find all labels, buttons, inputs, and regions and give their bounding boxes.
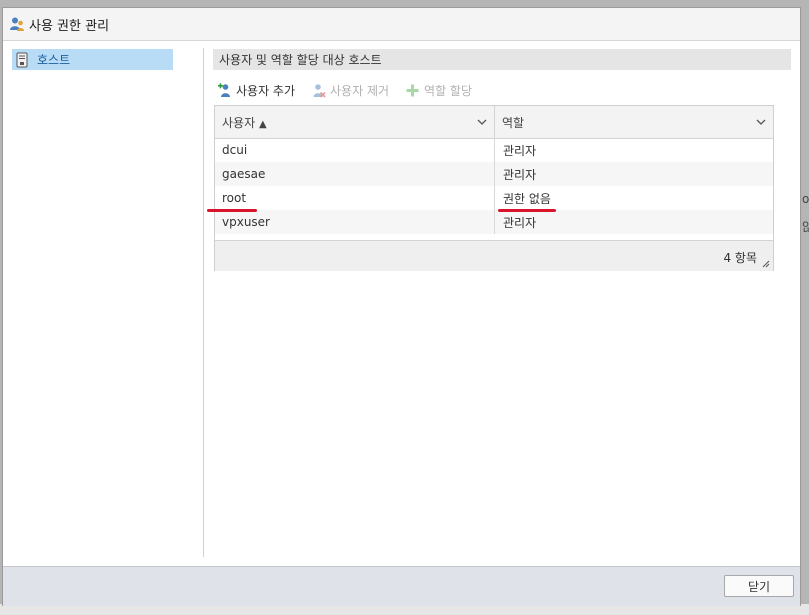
role-cell: 권한 없음 — [503, 191, 551, 206]
remove-user-icon — [313, 83, 326, 98]
grid-header: 사용자 ▲ 역할 — [215, 106, 773, 139]
dialog-footer: 닫기 — [3, 566, 800, 606]
remove-user-button[interactable]: 사용자 제거 — [311, 82, 389, 99]
grid-footer: 4 항목 — [215, 240, 773, 271]
toolbar: 사용자 추가 사용자 제거 역할 할당 — [217, 80, 488, 100]
table-row[interactable]: vpxuser 관리자 — [215, 210, 773, 234]
remove-user-label: 사용자 제거 — [330, 83, 390, 98]
column-header-role-label: 역할 — [502, 115, 525, 130]
chevron-down-icon[interactable] — [755, 116, 767, 128]
add-user-icon — [218, 82, 230, 97]
user-cell: dcui — [215, 138, 495, 162]
sidebar-item-label: 호스트 — [37, 53, 71, 67]
table-row[interactable]: gaesae 관리자 — [215, 162, 773, 186]
resize-grip-icon[interactable] — [762, 260, 770, 268]
column-header-user-label: 사용자 ▲ — [222, 115, 267, 130]
role-cell: 관리자 — [503, 167, 537, 182]
user-cell: vpxuser — [215, 210, 495, 234]
user-cell: root — [215, 186, 495, 210]
sort-ascending-icon: ▲ — [258, 118, 267, 130]
user-cell: gaesae — [215, 162, 495, 186]
annotation-underline — [498, 209, 556, 212]
chevron-down-icon[interactable] — [476, 116, 488, 128]
background-fragment: 않 — [802, 220, 809, 234]
users-icon — [10, 17, 24, 31]
sidebar-item-host[interactable]: 호스트 — [12, 49, 173, 70]
item-count: 4 항목 — [723, 251, 757, 265]
column-header-user[interactable]: 사용자 ▲ — [215, 106, 495, 138]
panel-header: 사용자 및 역할 할당 대상 호스트 — [213, 49, 791, 70]
role-cell: 관리자 — [503, 143, 537, 158]
dialog-title: 사용 권한 관리 — [29, 18, 110, 34]
background-fragment: o — [802, 192, 809, 206]
add-user-button[interactable]: 사용자 추가 — [217, 82, 295, 99]
annotation-underline — [207, 209, 257, 212]
table-row[interactable]: dcui 관리자 — [215, 138, 773, 162]
role-cell: 관리자 — [503, 215, 537, 230]
sidebar: 호스트 — [11, 48, 204, 557]
close-button[interactable]: 닫기 — [724, 575, 794, 597]
column-header-role[interactable]: 역할 — [495, 106, 773, 138]
host-server-icon — [16, 52, 28, 67]
dialog-titlebar: 사용 권한 관리 — [3, 8, 800, 41]
users-grid: 사용자 ▲ 역할 dcui 관리자 gaesae 관리자 root 권한 없음 — [214, 105, 774, 271]
permissions-dialog: 사용 권한 관리 호스트 사용자 및 역할 할당 대상 호스트 사용자 추가 사… — [2, 7, 801, 606]
panel-title: 사용자 및 역할 할당 대상 호스트 — [219, 53, 382, 67]
table-row[interactable]: root 권한 없음 — [215, 186, 773, 210]
assign-role-label: 역할 할당 — [424, 83, 473, 98]
add-user-label: 사용자 추가 — [236, 83, 296, 98]
plus-icon — [406, 84, 419, 96]
assign-role-button[interactable]: 역할 할당 — [405, 82, 472, 99]
